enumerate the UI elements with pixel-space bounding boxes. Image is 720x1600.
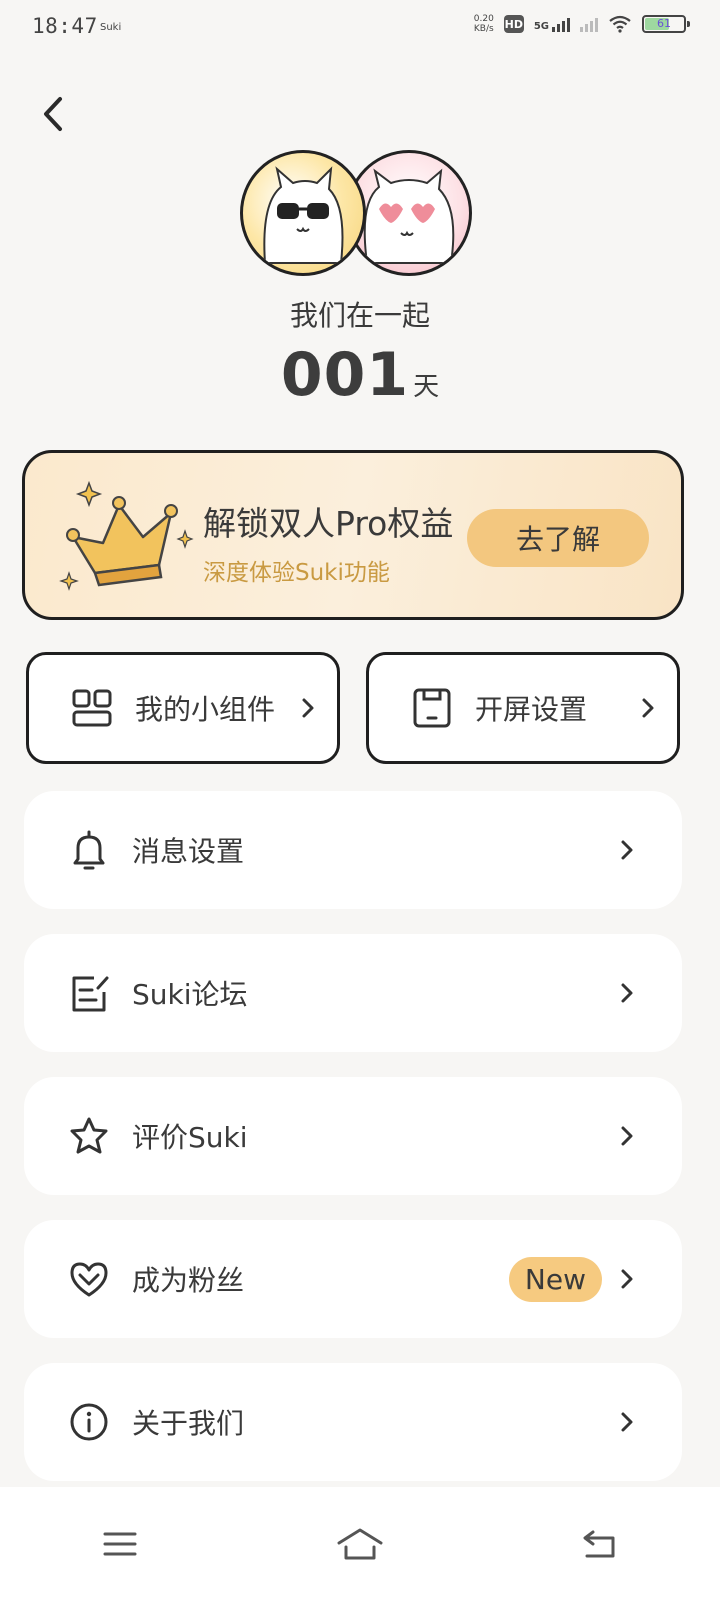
return-icon bbox=[583, 1530, 615, 1557]
back-nav-button[interactable] bbox=[565, 1514, 635, 1574]
star-icon bbox=[70, 1117, 108, 1154]
hd-icon: HD bbox=[503, 15, 524, 33]
chevron-right-icon bbox=[302, 698, 314, 718]
wifi-icon bbox=[609, 15, 631, 33]
menu-label-notifications: 消息设置 bbox=[132, 835, 245, 868]
back-icon bbox=[44, 97, 62, 131]
home-button[interactable] bbox=[325, 1514, 395, 1574]
network-speed: 0.20 KB/s bbox=[474, 14, 494, 34]
learn-more-button[interactable]: 去了解 bbox=[467, 509, 649, 567]
cat-heart-glasses-icon bbox=[363, 168, 455, 264]
edit-note-icon bbox=[72, 976, 109, 1012]
days-count: 001 bbox=[280, 340, 410, 410]
menu-label-fan: 成为粉丝 bbox=[132, 1264, 245, 1297]
menu-item-about[interactable]: 关于我们 bbox=[24, 1363, 682, 1481]
new-badge: New bbox=[508, 1256, 602, 1302]
menu-label-rate: 评价Suki bbox=[132, 1121, 248, 1154]
phone-screen-icon bbox=[413, 688, 451, 728]
widgets-icon bbox=[72, 689, 112, 727]
splash-settings-label: 开屏设置 bbox=[475, 693, 588, 726]
menu-label-about: 关于我们 bbox=[132, 1407, 245, 1440]
network-speed-unit: KB/s bbox=[473, 24, 494, 34]
heart-icon bbox=[70, 1262, 108, 1297]
battery-level: 61 bbox=[657, 17, 671, 30]
signal-icon-secondary bbox=[580, 16, 598, 32]
days-counter: 001 天 bbox=[0, 340, 720, 410]
chevron-right-icon bbox=[642, 698, 654, 718]
back-button[interactable] bbox=[30, 90, 78, 138]
info-icon bbox=[70, 1403, 108, 1441]
recent-apps-button[interactable] bbox=[85, 1514, 155, 1574]
pro-title: 解锁双人Pro权益 bbox=[203, 504, 454, 543]
system-navigation-bar bbox=[0, 1487, 720, 1600]
pro-subtitle: 深度体验Suki功能 bbox=[203, 560, 390, 586]
chevron-right-icon bbox=[621, 983, 633, 1003]
pro-banner[interactable]: 解锁双人Pro权益 深度体验Suki功能 去了解 bbox=[22, 450, 684, 620]
menu-item-rate[interactable]: 评价Suki bbox=[24, 1077, 682, 1195]
couple-avatars[interactable] bbox=[240, 150, 472, 282]
signal-icon bbox=[552, 16, 570, 32]
menu-label-forum: Suki论坛 bbox=[132, 978, 248, 1011]
splash-settings-card[interactable]: 开屏设置 bbox=[366, 652, 680, 764]
menu-item-fan[interactable]: 成为粉丝 New bbox=[24, 1220, 682, 1338]
battery-icon: 61 bbox=[642, 15, 690, 33]
menu-item-forum[interactable]: Suki论坛 bbox=[24, 934, 682, 1052]
chevron-right-icon bbox=[621, 1269, 633, 1289]
network-speed-value: 0.20 bbox=[473, 14, 494, 24]
crown-icon bbox=[59, 480, 194, 591]
chevron-right-icon bbox=[621, 1126, 633, 1146]
status-time: 18:47 bbox=[32, 14, 98, 38]
cat-sunglasses-icon bbox=[263, 166, 344, 264]
menu-lines-icon bbox=[103, 1532, 137, 1555]
avatar-left[interactable] bbox=[240, 150, 366, 276]
chevron-right-icon bbox=[621, 840, 633, 860]
widgets-card[interactable]: 我的小组件 bbox=[26, 652, 340, 764]
status-app-name: Suki bbox=[100, 22, 122, 33]
bell-icon bbox=[73, 830, 105, 870]
home-icon bbox=[337, 1528, 383, 1559]
widgets-label: 我的小组件 bbox=[135, 693, 276, 726]
menu-item-notifications[interactable]: 消息设置 bbox=[24, 791, 682, 909]
together-label: 我们在一起 bbox=[289, 299, 430, 332]
status-indicators: 0.20 KB/s HD 5G 61 bbox=[474, 14, 690, 34]
cellular-signal: 5G bbox=[534, 16, 570, 32]
network-type: 5G bbox=[533, 21, 549, 32]
chevron-right-icon bbox=[621, 1412, 633, 1432]
days-unit: 天 bbox=[413, 372, 440, 402]
